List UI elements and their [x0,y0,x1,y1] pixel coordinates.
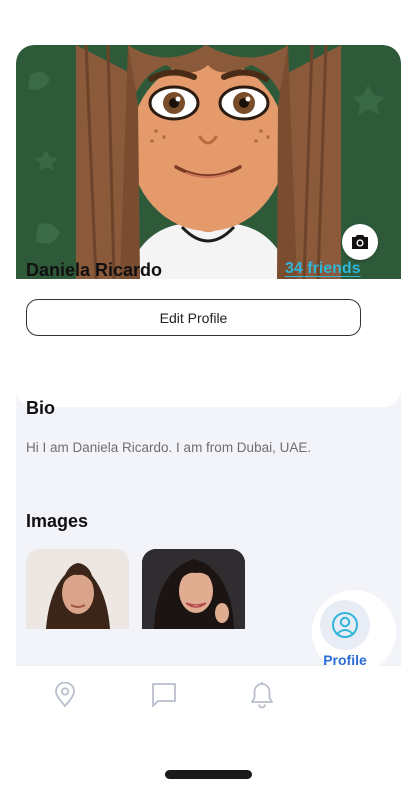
gallery-image[interactable] [26,549,129,629]
portrait-photo [142,549,245,629]
camera-icon [352,235,368,249]
bell-icon [251,682,273,709]
bottom-navigation [16,665,401,738]
gallery-image[interactable] [142,549,245,629]
bio-text: Hi I am Daniela Ricardo. I am from Dubai… [26,440,312,455]
nav-profile-label[interactable]: Profile [315,652,375,668]
location-pin-icon [55,682,75,708]
nav-profile[interactable] [320,600,370,650]
profile-screen: Daniela Ricardo 34 friends Edit Profile … [0,0,417,801]
home-indicator[interactable] [165,770,252,779]
chat-bubble-icon [152,683,176,707]
change-photo-button[interactable] [342,224,378,260]
nav-notifications[interactable] [248,680,276,710]
bio-heading: Bio [26,398,55,418]
edit-profile-button[interactable]: Edit Profile [26,299,361,336]
profile-card [16,45,401,407]
nav-chat[interactable] [150,681,178,709]
user-circle-icon [332,612,358,638]
friends-count-link[interactable]: 34 friends [285,260,361,278]
portrait-photo [26,549,129,629]
nav-location[interactable] [52,681,78,709]
cover-photo[interactable] [16,45,401,279]
images-heading: Images [26,511,89,531]
profile-name: Daniela Ricardo [26,260,163,280]
